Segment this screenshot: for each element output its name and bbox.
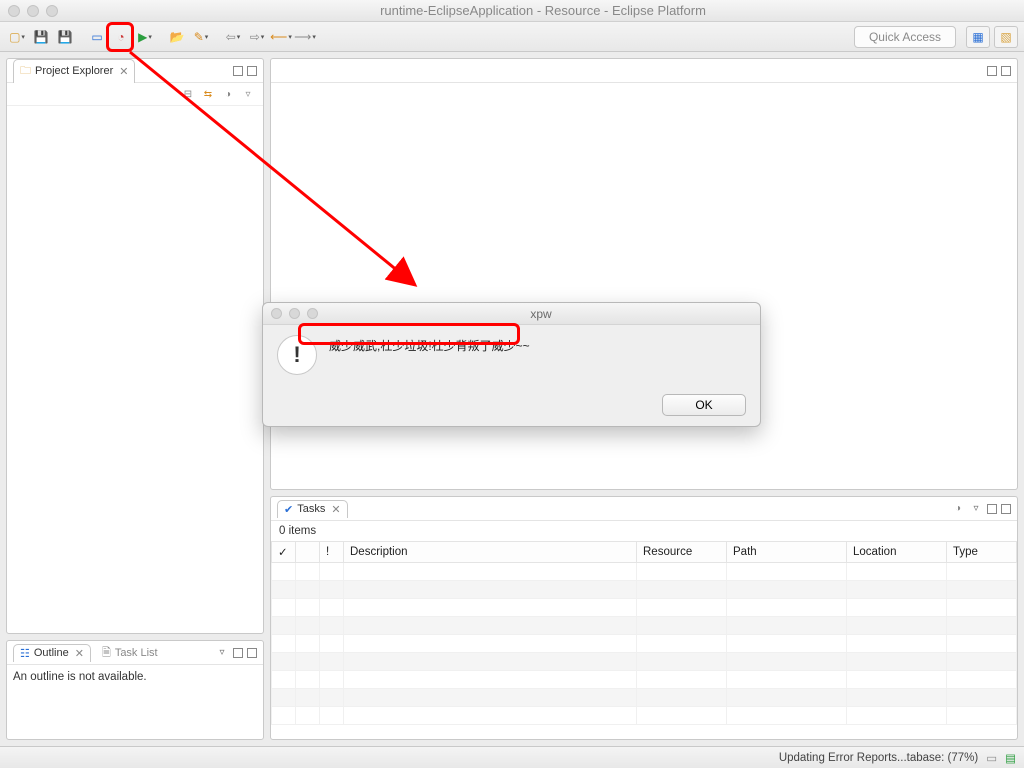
tasks-title: Tasks [297, 503, 325, 515]
close-icon[interactable]: ✕ [75, 647, 84, 660]
outline-tab[interactable]: ☷ Outline ✕ [13, 644, 91, 662]
progress-view-icon[interactable]: ▤ [1005, 751, 1016, 765]
outline-title: Outline [34, 647, 69, 659]
collapse-all-icon[interactable]: ⊟ [181, 87, 195, 101]
zoom-window-icon[interactable] [46, 5, 58, 17]
minimize-view-icon[interactable] [233, 648, 243, 658]
project-explorer-title: Project Explorer [35, 65, 113, 77]
window-title: runtime-EclipseApplication - Resource - … [70, 3, 1016, 18]
tasks-column-header[interactable]: Resource [637, 542, 727, 563]
maximize-view-icon[interactable] [247, 648, 257, 658]
message-dialog: xpw ! 威少威武,杜少垃圾!杜少背叛了威少~~ OK [262, 302, 761, 427]
main-toolbar: ▢▾ 💾 💾 ▭ ◔ ▶▾ 📂 ✎▾ ⇦▾ ⇨▾ ⟵▾ ⟶▾ Quick Acc… [0, 22, 1024, 52]
save-all-button[interactable]: 💾 [54, 26, 76, 48]
project-explorer-tab[interactable]: 🗀 Project Explorer ✕ [13, 59, 135, 83]
table-row[interactable] [272, 581, 1017, 599]
tasks-column-header[interactable]: ! [320, 542, 344, 563]
dialog-message: 威少威武,杜少垃圾!杜少背叛了威少~~ [329, 335, 530, 354]
minimize-view-icon[interactable] [233, 66, 243, 76]
tasks-column-header[interactable]: Type [947, 542, 1017, 563]
tasks-column-header[interactable]: Description [344, 542, 637, 563]
tasks-column-header[interactable]: ✓ [272, 542, 296, 563]
project-explorer-tree[interactable] [7, 106, 263, 633]
close-icon[interactable]: ✕ [119, 65, 128, 78]
save-button[interactable]: 💾 [30, 26, 52, 48]
table-row[interactable] [272, 653, 1017, 671]
maximize-view-icon[interactable] [1001, 504, 1011, 514]
tasklist-icon: 🗎 [102, 644, 111, 663]
dialog-close-icon[interactable] [271, 308, 282, 319]
ok-button[interactable]: OK [662, 394, 746, 416]
table-row[interactable] [272, 617, 1017, 635]
link-editor-icon[interactable]: ⇆ [201, 87, 215, 101]
maximize-view-icon[interactable] [247, 66, 257, 76]
focus-task-icon[interactable]: ◑ [951, 502, 965, 516]
dialog-minimize-icon[interactable] [289, 308, 300, 319]
status-bar: Updating Error Reports...tabase: (77%) ▭… [0, 746, 1024, 768]
status-job-label: Updating Error Reports...tabase: (77%) [779, 752, 978, 764]
table-row[interactable] [272, 671, 1017, 689]
minimize-view-icon[interactable] [987, 504, 997, 514]
table-row[interactable] [272, 689, 1017, 707]
tasks-table[interactable]: ✓!DescriptionResourcePathLocationType [271, 541, 1017, 725]
table-row[interactable] [272, 563, 1017, 581]
table-row[interactable] [272, 599, 1017, 617]
nav-prev-button[interactable]: ⇦▾ [222, 26, 244, 48]
nav-next-button[interactable]: ⇨▾ [246, 26, 268, 48]
tasks-tab[interactable]: ✔ Tasks ✕ [277, 500, 348, 518]
outline-body: An outline is not available. [7, 665, 263, 739]
open-perspective-button[interactable]: ▦ [966, 26, 990, 48]
forward-button[interactable]: ⟶▾ [294, 26, 316, 48]
outline-icon: ☷ [20, 647, 30, 660]
table-row[interactable] [272, 635, 1017, 653]
task-list-tab[interactable]: 🗎 Task List [95, 641, 165, 665]
dialog-zoom-icon[interactable] [307, 308, 318, 319]
tasks-column-header[interactable]: Location [847, 542, 947, 563]
search-button[interactable]: ✎▾ [190, 26, 212, 48]
back-button[interactable]: ⟵▾ [270, 26, 292, 48]
task-list-title: Task List [115, 647, 158, 659]
open-type-button[interactable]: ▭ [86, 26, 108, 48]
run-button[interactable]: ▶▾ [134, 26, 156, 48]
outline-view: ☷ Outline ✕ 🗎 Task List ▿ An outline is … [6, 640, 264, 740]
dialog-title: xpw [330, 307, 752, 321]
minimize-window-icon[interactable] [27, 5, 39, 17]
focus-task-icon[interactable]: ◑ [221, 87, 235, 101]
open-folder-button[interactable]: 📂 [166, 26, 188, 48]
close-window-icon[interactable] [8, 5, 20, 17]
dialog-titlebar[interactable]: xpw [263, 303, 760, 325]
minimize-view-icon[interactable] [987, 66, 997, 76]
tasks-count-label: 0 items [271, 521, 1017, 541]
folder-icon: 🗀 [20, 62, 31, 81]
progress-stop-icon[interactable]: ▭ [986, 751, 997, 765]
window-titlebar: runtime-EclipseApplication - Resource - … [0, 0, 1024, 22]
new-button[interactable]: ▢▾ [6, 26, 28, 48]
window-controls[interactable] [8, 5, 58, 17]
view-menu-icon[interactable]: ▿ [215, 646, 229, 660]
tasks-view: ✔ Tasks ✕ ◑ ▿ 0 items [270, 496, 1018, 740]
view-menu-icon[interactable]: ▿ [969, 502, 983, 516]
resource-perspective-button[interactable]: ▧ [994, 26, 1018, 48]
tasks-icon: ✔ [284, 503, 293, 516]
close-icon[interactable]: ✕ [331, 503, 340, 516]
warning-icon: ! [277, 335, 317, 375]
view-menu-icon[interactable]: ▿ [241, 87, 255, 101]
outline-empty-text: An outline is not available. [13, 671, 147, 683]
maximize-view-icon[interactable] [1001, 66, 1011, 76]
tasks-column-header[interactable]: Path [727, 542, 847, 563]
sample-action-button[interactable]: ◔ [110, 26, 132, 48]
tasks-column-header[interactable] [296, 542, 320, 563]
project-explorer-view: 🗀 Project Explorer ✕ ⊟ ⇆ ◑ ▿ [6, 58, 264, 634]
quick-access-field[interactable]: Quick Access [854, 26, 956, 48]
table-row[interactable] [272, 707, 1017, 725]
